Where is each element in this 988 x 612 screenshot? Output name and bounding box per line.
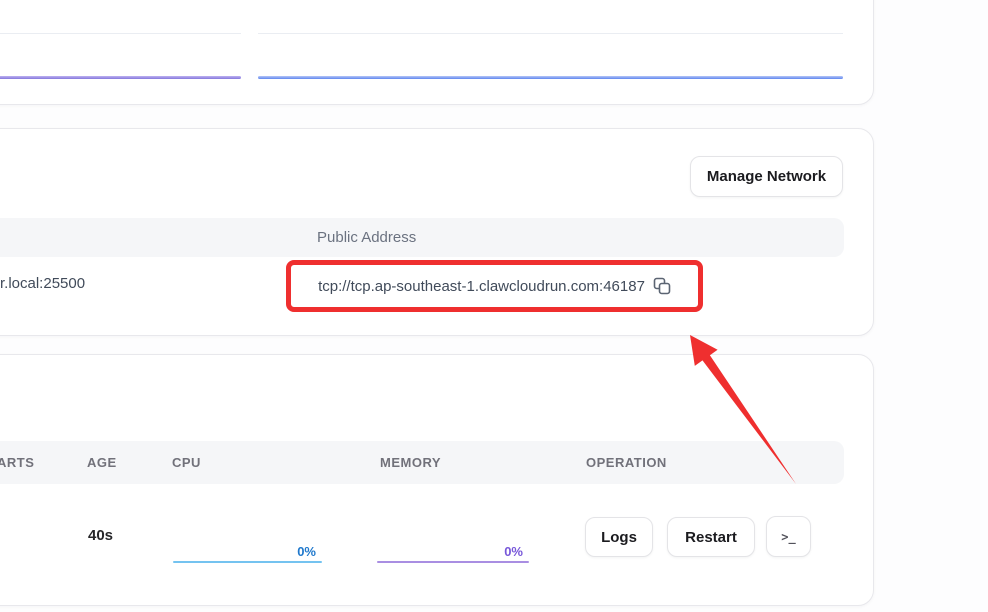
annotation-highlight-box (286, 260, 703, 312)
restarts-column-header: ARTS (0, 455, 34, 470)
monitor-card (0, 0, 874, 105)
pod-age-value: 40s (88, 527, 113, 544)
cpu-usage-sparkline (173, 561, 322, 563)
cpu-chart-gridline (0, 33, 241, 34)
memory-column-header: MEMORY (380, 455, 441, 470)
memory-chart-gridline (258, 33, 843, 34)
terminal-icon: >_ (781, 530, 795, 544)
terminal-button[interactable]: >_ (766, 516, 811, 557)
memory-usage-sparkline (377, 561, 529, 563)
logs-button[interactable]: Logs (585, 517, 653, 557)
memory-usage-value: 0% (377, 544, 523, 559)
public-address-column-header: Public Address (317, 229, 416, 246)
cpu-column-header: CPU (172, 455, 201, 470)
operation-column-header: OPERATION (586, 455, 667, 470)
manage-network-button[interactable]: Manage Network (690, 156, 843, 197)
cpu-usage-value: 0% (173, 544, 316, 559)
age-column-header: AGE (87, 455, 117, 470)
app-detail-page: Manage Network Public Address r.local:25… (0, 0, 988, 612)
cpu-chart-line (0, 76, 241, 79)
private-address-text: r.local:25500 (0, 275, 85, 292)
restart-button[interactable]: Restart (667, 517, 755, 557)
network-table-header-row (0, 218, 844, 257)
memory-chart-line (258, 76, 843, 79)
